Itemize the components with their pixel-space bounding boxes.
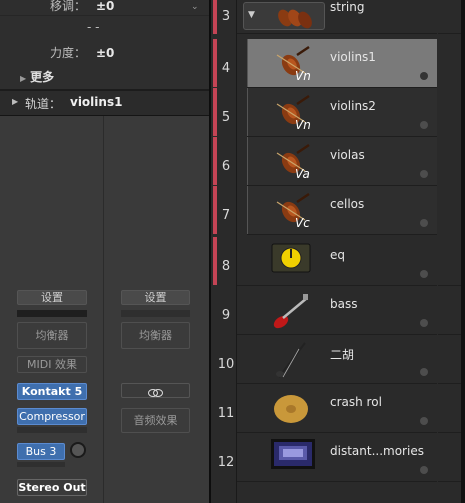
track-number: 11 — [217, 406, 235, 421]
track-number: 10 — [217, 357, 235, 372]
inspector-panel: 移调： ±0 ⌃ ⌄ - - 力度： ±0 ▶ 更多 ▶ 轨道： violins1 设置… — [0, 0, 209, 503]
track-name[interactable]: violins1 — [330, 50, 376, 64]
send-empty-slot[interactable] — [17, 462, 65, 467]
track-row[interactable]: 8 eq — [209, 237, 465, 286]
track-row[interactable]: ▼ 3 string — [209, 0, 465, 34]
viola-icon[interactable]: Va — [271, 143, 321, 181]
link-icon — [147, 389, 164, 397]
track-name[interactable]: distant...mories — [330, 444, 424, 458]
abbreviation-label: Vn — [295, 69, 311, 83]
erhu-icon[interactable] — [271, 341, 321, 379]
track-number: 9 — [221, 308, 231, 323]
track-number: 5 — [221, 110, 231, 125]
settings-button[interactable]: 设置 — [17, 290, 87, 305]
compressor-slot[interactable]: Compressor — [17, 408, 87, 425]
violin-icon[interactable]: Vn — [271, 45, 321, 83]
eq-button[interactable]: 均衡器 — [17, 322, 87, 349]
more-label: 更多 — [30, 70, 55, 84]
disclosure-triangle-icon: ▶ — [20, 74, 27, 83]
violin-icon[interactable]: Vn — [271, 94, 321, 132]
track-row[interactable]: 5 Vn violins2 — [209, 88, 465, 137]
send-knob-icon[interactable] — [70, 442, 86, 458]
track-number: 3 — [221, 9, 231, 24]
record-indicator-icon[interactable] — [420, 319, 428, 327]
track-number: 7 — [221, 208, 231, 223]
track-number: 12 — [217, 455, 235, 470]
bass-guitar-icon[interactable] — [271, 292, 321, 330]
record-indicator-icon[interactable] — [420, 270, 428, 278]
stepper-icon[interactable]: ⌃ ⌄ — [191, 0, 199, 12]
velocity-label: 力度： — [49, 46, 86, 60]
record-indicator-icon[interactable] — [420, 417, 428, 425]
channel-strips: 设置 均衡器 MIDI 效果 Kontakt 5 Compressor Bus … — [0, 116, 209, 503]
track-name[interactable]: bass — [330, 297, 357, 311]
more-disclosure[interactable]: ▶ 更多 — [20, 68, 54, 85]
transpose-value[interactable]: ±0 — [96, 0, 114, 13]
insert-empty-slot[interactable] — [17, 427, 87, 433]
abbreviation-label: Vc — [295, 216, 310, 230]
link-button[interactable] — [121, 383, 190, 398]
transpose-row[interactable]: 移调： ±0 — [0, 0, 114, 14]
track-row[interactable]: 4 Vn violins1 — [209, 39, 465, 88]
dashes-text: - - — [87, 20, 100, 34]
record-indicator-icon[interactable] — [420, 170, 428, 178]
track-name[interactable]: 二胡 — [330, 346, 354, 363]
record-indicator-icon[interactable] — [420, 72, 428, 80]
disclosure-triangle-icon: ▶ — [12, 97, 19, 106]
output-button[interactable]: Stereo Out — [17, 479, 87, 496]
record-indicator-icon[interactable] — [420, 219, 428, 227]
track-number: 6 — [221, 159, 231, 174]
velocity-row[interactable]: 力度： ±0 — [0, 44, 114, 61]
track-name[interactable]: string — [330, 0, 364, 14]
track-list: ▼ 3 string 4 Vn violins1 5 Vn violins2 6 Va violas 7… — [209, 0, 465, 503]
record-indicator-icon[interactable] — [420, 466, 428, 474]
velocity-value[interactable]: ±0 — [96, 46, 114, 60]
abbreviation-label: Va — [295, 167, 310, 181]
audio-fx-button[interactable]: 音频效果 — [121, 408, 190, 433]
abbreviation-label: Vn — [295, 118, 311, 132]
track-row[interactable]: 12 distant...mories — [209, 433, 465, 482]
midi-fx-button[interactable]: MIDI 效果 — [17, 356, 87, 373]
record-indicator-icon[interactable] — [420, 368, 428, 376]
track-row[interactable]: 10 二胡 — [209, 335, 465, 384]
eq-button[interactable]: 均衡器 — [121, 322, 190, 349]
track-name[interactable]: eq — [330, 248, 345, 262]
track-label: 轨道： — [25, 97, 62, 111]
bus-send-slot[interactable]: Bus 3 — [17, 443, 65, 460]
track-row[interactable]: 9 bass — [209, 286, 465, 335]
instrument-slot[interactable]: Kontakt 5 — [17, 383, 87, 400]
track-name[interactable]: cellos — [330, 197, 364, 211]
track-name[interactable]: crash rol — [330, 395, 382, 409]
track-number: 8 — [221, 259, 231, 274]
cymbal-icon[interactable] — [271, 390, 321, 428]
record-indicator-icon[interactable] — [420, 121, 428, 129]
track-row[interactable]: 11 crash rol — [209, 384, 465, 433]
level-meter — [121, 310, 190, 317]
track-name[interactable]: violas — [330, 148, 365, 162]
track-header[interactable]: ▶ 轨道： violins1 — [0, 91, 209, 115]
track-name[interactable]: violins2 — [330, 99, 376, 113]
transpose-label: 移调： — [49, 0, 86, 13]
cello-icon[interactable]: Vc — [271, 192, 321, 230]
folder-disclosure-icon[interactable]: ▼ — [248, 10, 255, 20]
track-name: violins1 — [70, 95, 123, 109]
track-row[interactable]: 7 Vc cellos — [209, 186, 465, 235]
screen-thumbnail-icon[interactable] — [271, 439, 321, 477]
track-number: 4 — [221, 61, 231, 76]
track-row[interactable]: 6 Va violas — [209, 137, 465, 186]
level-meter — [17, 310, 87, 317]
eq-knob-icon[interactable] — [271, 243, 321, 281]
settings-button[interactable]: 设置 — [121, 290, 190, 305]
